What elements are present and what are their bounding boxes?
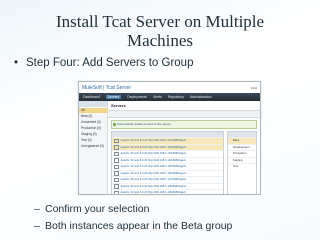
sidebar-item-unclaimed[interactable]: Unclaimed (0) <box>79 120 107 125</box>
sub-bullet-2: – Both instances appear in the Beta group <box>34 220 314 232</box>
sidebar-item-beta[interactable]: Beta (2) <box>79 114 107 119</box>
slide-title-line-2: Machines <box>126 31 194 50</box>
tab-alerts[interactable]: Alerts <box>153 95 162 99</box>
screenshot-header: MuleSoft | Tcat Server ●●● <box>79 82 260 93</box>
tcat-screenshot: MuleSoft | Tcat Server ●●● Dashboard Ser… <box>78 81 261 195</box>
row-checkbox[interactable] <box>114 138 119 143</box>
tab-repository[interactable]: Repository <box>168 95 184 99</box>
sub-bullet-1: – Confirm your selection <box>34 203 314 215</box>
tab-servers[interactable]: Servers <box>105 95 122 99</box>
brand-logo: MuleSoft | Tcat Server <box>82 84 132 91</box>
row-checkbox[interactable] <box>114 151 119 156</box>
servers-table: Apache Tomcat 6.0.20 http://192.168.1.10… <box>111 131 224 195</box>
success-icon <box>113 123 116 126</box>
servers-toolbar <box>108 111 260 118</box>
row-text: Apache Tomcat 6.0.20 http://192.168.1.10… <box>120 171 187 175</box>
row-text: Apache Tomcat 6.0.20 http://192.168.1.10… <box>120 139 187 143</box>
groups-panel: Beta Development Production Staging Test <box>227 131 257 194</box>
row-checkbox[interactable] <box>114 184 119 189</box>
row-checkbox[interactable] <box>114 190 119 194</box>
sidebar-item-staging[interactable]: Staging (0) <box>79 132 107 137</box>
slide-title: Install Tcat Server on Multiple Machines <box>0 12 320 50</box>
page-title: Servers <box>108 101 260 111</box>
table-row[interactable]: Apache Tomcat 6.0.20 http://192.168.1.10… <box>112 189 223 195</box>
slide-title-line-1: Install Tcat Server on Multiple <box>55 12 265 31</box>
row-text: Apache Tomcat 6.0.20 http://192.168.1.10… <box>120 158 187 162</box>
sidebar-item-all[interactable]: All <box>79 108 107 113</box>
dash-marker: – <box>34 203 40 215</box>
row-text: Apache Tomcat 6.0.20 http://192.168.1.10… <box>120 165 187 169</box>
row-text: Apache Tomcat 6.0.20 http://192.168.1.10… <box>120 191 187 195</box>
row-checkbox[interactable] <box>114 145 119 150</box>
nav-tabs: Dashboard Servers Deployments Alerts Rep… <box>79 93 260 101</box>
sub-bullet-1-text: Confirm your selection <box>45 203 150 215</box>
success-message: Successfully added servers to the group <box>111 120 257 129</box>
user-info: ●●● <box>250 85 257 90</box>
group-sidebar: All Beta (2) Unclaimed (0) Production (0… <box>79 101 108 194</box>
success-message-text: Successfully added servers to the group <box>117 122 171 126</box>
bullet-marker: • <box>14 57 19 69</box>
dash-marker: – <box>34 220 40 232</box>
tab-deployments[interactable]: Deployments <box>127 95 147 99</box>
sidebar-item-unregistered[interactable]: Unregistered (0) <box>79 144 107 149</box>
row-checkbox[interactable] <box>114 177 119 182</box>
row-checkbox[interactable] <box>114 164 119 169</box>
sidebar-item-test[interactable]: Test (0) <box>79 138 107 143</box>
tab-dashboard[interactable]: Dashboard <box>83 95 100 99</box>
main-bullet: • Step Four: Add Servers to Group <box>14 57 314 69</box>
group-option-test[interactable]: Test <box>228 163 256 170</box>
sidebar-item-production[interactable]: Production (0) <box>79 126 107 131</box>
row-text: Apache Tomcat 6.0.20 http://192.168.1.10… <box>120 184 187 188</box>
row-text: Apache Tomcat 6.0.20 http://192.168.1.10… <box>120 145 187 149</box>
row-checkbox[interactable] <box>114 171 119 176</box>
servers-panel: Servers Successfully added servers to th… <box>108 101 260 194</box>
main-bullet-text: Step Four: Add Servers to Group <box>26 57 194 69</box>
row-text: Apache Tomcat 6.0.20 http://192.168.1.10… <box>120 152 187 156</box>
row-text: Apache Tomcat 6.0.20 http://192.168.1.10… <box>120 178 187 182</box>
sub-bullet-2-text: Both instances appear in the Beta group <box>45 220 233 232</box>
row-checkbox[interactable] <box>114 158 119 163</box>
sidebar-header <box>79 101 107 107</box>
tab-administration[interactable]: Administration <box>190 95 211 99</box>
